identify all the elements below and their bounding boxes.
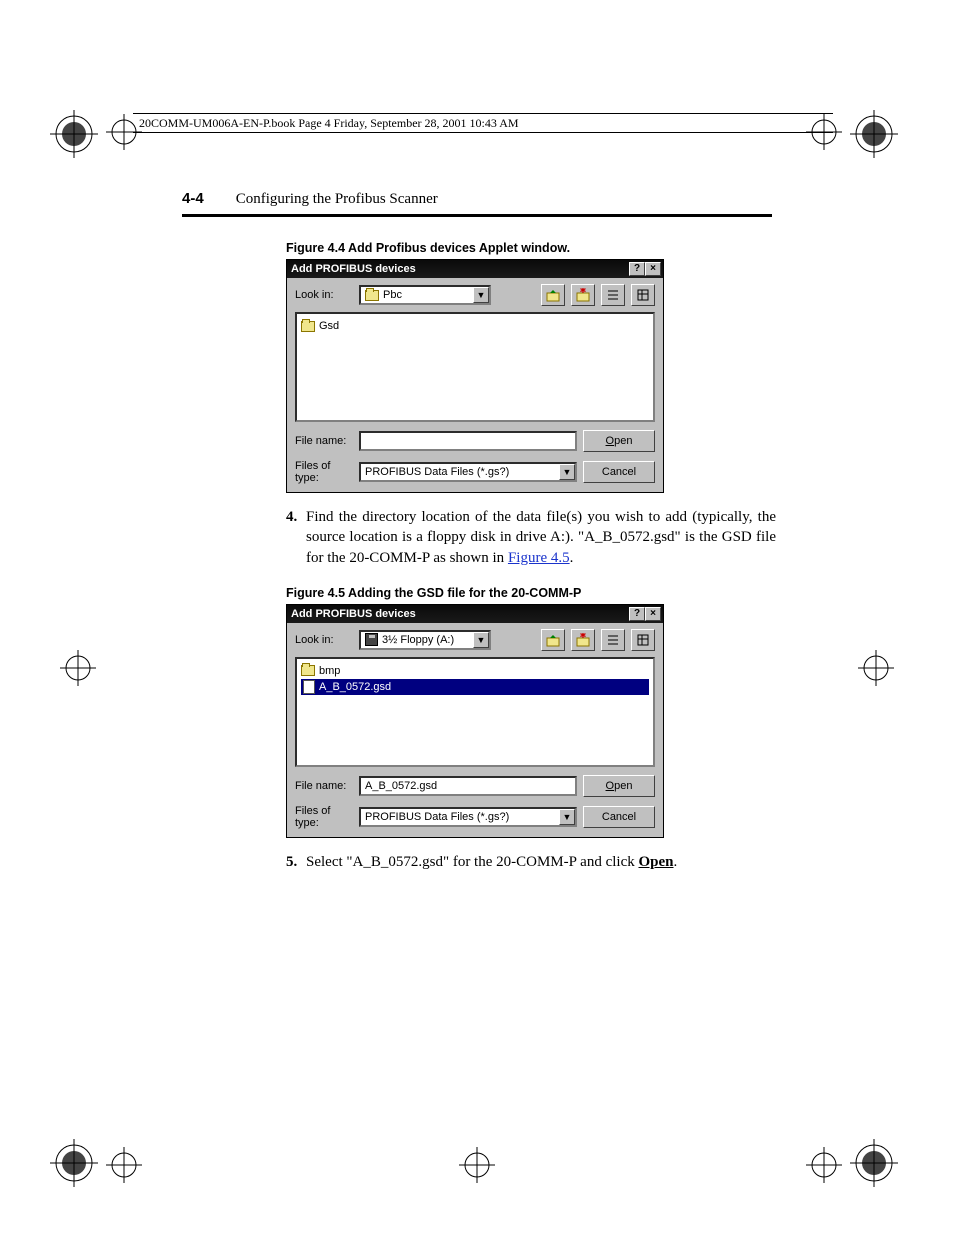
crosshair-br (804, 1145, 844, 1185)
file-item-bmp[interactable]: bmp (301, 663, 649, 679)
details-view-button[interactable] (631, 629, 655, 651)
step-5: 5. Select "A_B_0572.gsd" for the 20-COMM… (306, 852, 776, 872)
open-button[interactable]: Open (583, 775, 655, 797)
lookin-combo[interactable]: Pbc ▼ (359, 285, 491, 305)
filename-label: File name: (295, 780, 353, 792)
lookin-value: Pbc (383, 289, 402, 301)
new-folder-button[interactable]: ✱ (571, 629, 595, 651)
file-list[interactable]: bmp A_B_0572.gsd (295, 657, 655, 767)
filename-input[interactable] (359, 431, 577, 451)
dropdown-icon[interactable]: ▼ (473, 287, 489, 303)
figure-4-4-caption: Figure 4.4 Add Profibus devices Applet w… (286, 241, 772, 255)
lookin-combo[interactable]: 3½ Floppy (A:) ▼ (359, 630, 491, 650)
crosshair-ml (58, 648, 98, 688)
crosshair-bl (104, 1145, 144, 1185)
list-view-button[interactable] (601, 284, 625, 306)
crosshair-mr (856, 648, 896, 688)
figure-4-5-caption: Figure 4.5 Adding the GSD file for the 2… (286, 586, 772, 600)
dialog-titlebar: Add PROFIBUS devices ? × (287, 260, 663, 278)
close-button[interactable]: × (645, 607, 661, 621)
new-folder-button[interactable]: ✱ (571, 284, 595, 306)
help-button[interactable]: ? (629, 262, 645, 276)
figure-link[interactable]: Figure 4.5 (508, 550, 570, 566)
page-header: 4-4 Configuring the Profibus Scanner (182, 190, 772, 217)
lookin-label: Look in: (295, 289, 353, 301)
open-button[interactable]: Open (583, 430, 655, 452)
help-button[interactable]: ? (629, 607, 645, 621)
dialog-add-profibus-2: Add PROFIBUS devices ? × Look in: 3½ Flo… (286, 604, 664, 838)
lookin-label: Look in: (295, 634, 353, 646)
up-folder-button[interactable] (541, 629, 565, 651)
step-text: Select "A_B_0572.gsd" for the 20-COMM-P … (306, 854, 638, 870)
close-button[interactable]: × (645, 262, 661, 276)
file-icon (303, 680, 315, 694)
svg-text:✱: ✱ (580, 288, 587, 295)
up-folder-button[interactable] (541, 284, 565, 306)
file-list[interactable]: Gsd (295, 312, 655, 422)
file-item-label: Gsd (319, 320, 339, 332)
regmark-bl (50, 1139, 98, 1187)
dialog-title: Add PROFIBUS devices (291, 263, 416, 275)
cancel-button[interactable]: Cancel (583, 806, 655, 828)
dialog-add-profibus-1: Add PROFIBUS devices ? × Look in: Pbc ▼ … (286, 259, 664, 493)
regmark-tl (50, 110, 98, 158)
crosshair-bc (457, 1145, 497, 1185)
folder-icon (365, 290, 379, 301)
floppy-icon (365, 633, 378, 646)
file-item-gsd[interactable]: Gsd (301, 318, 649, 334)
cancel-button[interactable]: Cancel (583, 461, 655, 483)
file-item-gsdfile[interactable]: A_B_0572.gsd (301, 679, 649, 695)
filename-input[interactable]: A_B_0572.gsd (359, 776, 577, 796)
filetype-label: Files of type: (295, 460, 353, 484)
lookin-value: 3½ Floppy (A:) (382, 634, 454, 646)
book-header: 20COMM-UM006A-EN-P.book Page 4 Friday, S… (133, 113, 833, 133)
folder-icon (301, 321, 315, 332)
details-view-button[interactable] (631, 284, 655, 306)
step-number: 4. (286, 507, 297, 527)
dialog-titlebar: Add PROFIBUS devices ? × (287, 605, 663, 623)
svg-text:✱: ✱ (580, 633, 587, 640)
step-4: 4. Find the directory location of the da… (306, 507, 776, 568)
dropdown-icon[interactable]: ▼ (473, 632, 489, 648)
regmark-br (850, 1139, 898, 1187)
folder-icon (301, 665, 315, 676)
filetype-combo[interactable]: PROFIBUS Data Files (*.gs?) ▼ (359, 462, 577, 482)
dropdown-icon[interactable]: ▼ (559, 809, 575, 825)
open-word: Open (638, 854, 673, 870)
filename-label: File name: (295, 435, 353, 447)
chapter-title: Configuring the Profibus Scanner (236, 191, 438, 207)
dialog-title: Add PROFIBUS devices (291, 608, 416, 620)
step-number: 5. (286, 852, 297, 872)
header-rule (182, 214, 772, 217)
header-text: 20COMM-UM006A-EN-P.book Page 4 Friday, S… (139, 116, 519, 131)
filetype-combo[interactable]: PROFIBUS Data Files (*.gs?) ▼ (359, 807, 577, 827)
filetype-value: PROFIBUS Data Files (*.gs?) (365, 811, 509, 823)
filetype-label: Files of type: (295, 805, 353, 829)
page-number: 4-4 (182, 190, 204, 207)
dropdown-icon[interactable]: ▼ (559, 464, 575, 480)
file-item-label: A_B_0572.gsd (319, 681, 391, 693)
file-item-label: bmp (319, 665, 340, 677)
list-view-button[interactable] (601, 629, 625, 651)
filetype-value: PROFIBUS Data Files (*.gs?) (365, 466, 509, 478)
regmark-tr (850, 110, 898, 158)
